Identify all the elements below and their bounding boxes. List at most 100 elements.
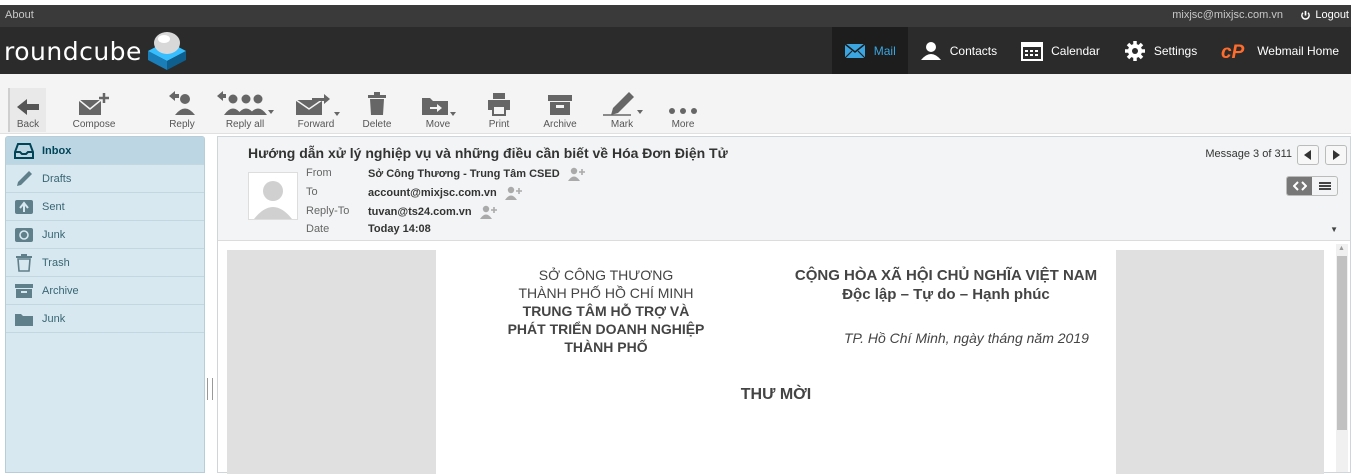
letter-sender-line-3: TRUNG TÂM HỖ TRỢ VÀ [522, 303, 690, 319]
message-scrollbar[interactable]: ▲ [1336, 244, 1348, 472]
chevron-left-icon [1304, 150, 1311, 160]
add-contact-icon[interactable] [479, 205, 498, 219]
folder-junk-label: Junk [42, 228, 66, 241]
printer-icon [488, 93, 510, 116]
calendar-icon [1021, 41, 1044, 61]
mark-label: Mark [610, 119, 634, 130]
prev-message-button[interactable] [1297, 145, 1319, 165]
contacts-icon [920, 41, 941, 60]
pencil-icon [17, 170, 32, 186]
move-folder-icon [422, 98, 456, 116]
inbox-icon [14, 142, 34, 159]
archive-icon [548, 95, 572, 115]
from-value: Sở Công Thương - Trung Tâm CSED [368, 167, 586, 181]
user-email: mixjsc@mixjsc.com.vn [1172, 9, 1283, 21]
task-settings[interactable]: Settings [1112, 27, 1209, 74]
folder-junk-2-label: Junk [42, 312, 66, 325]
mark-pen-icon [603, 92, 643, 116]
sender-avatar [248, 172, 298, 220]
next-message-button[interactable] [1325, 145, 1347, 165]
reply-label: Reply [169, 119, 195, 130]
junk-icon [15, 227, 33, 242]
header-view-toggle [1286, 176, 1338, 196]
forward-label: Forward [297, 119, 335, 130]
list-lines-icon [1318, 182, 1331, 190]
letter-sender-line-5: THÀNH PHỐ [564, 339, 648, 355]
letter-sender-line-1: SỞ CÔNG THƯƠNG [538, 267, 674, 283]
compose-button[interactable]: Compose [70, 88, 118, 132]
taskbar: Mail Contacts Calendar Settings cP Webma… [831, 27, 1351, 74]
envelope-icon [844, 42, 866, 58]
replyto-label: Reply-To [306, 205, 350, 217]
letter-sender-line-4: PHÁT TRIỂN DOANH NGHIỆP [507, 321, 705, 337]
folder-inbox-label: Inbox [42, 144, 72, 157]
summary-view-button[interactable] [1312, 177, 1337, 195]
from-label: From [306, 167, 332, 179]
replyto-value-text[interactable]: tuvan@ts24.com.vn [368, 206, 472, 218]
from-value-text[interactable]: Sở Công Thương - Trung Tâm CSED [368, 168, 560, 180]
archive-label: Archive [543, 119, 577, 130]
about-link[interactable]: About [5, 9, 34, 21]
toggle-headers-icon[interactable]: ▼ [1330, 225, 1338, 234]
logout-button[interactable]: Logout [1300, 9, 1349, 21]
code-brackets-icon [1292, 181, 1307, 191]
more-label: More [671, 119, 695, 130]
to-value-text[interactable]: account@mixjsc.com.vn [368, 187, 497, 199]
forward-button[interactable]: Forward [290, 88, 342, 132]
task-mail[interactable]: Mail [831, 27, 908, 74]
add-contact-icon[interactable] [567, 167, 586, 181]
back-button[interactable]: Back [8, 88, 46, 132]
reply-button[interactable]: Reply [162, 88, 202, 132]
folder-icon [15, 313, 33, 326]
app-header: roundcube Mail Contacts Calendar Setting… [0, 27, 1351, 74]
move-label: Move [425, 119, 451, 130]
folder-inbox[interactable]: Inbox [6, 137, 204, 165]
pane-splitter[interactable] [207, 378, 213, 400]
delete-button[interactable]: Delete [358, 88, 396, 132]
add-contact-icon[interactable] [504, 186, 523, 200]
folder-drafts-label: Drafts [42, 172, 72, 185]
message-body: SỞ CÔNG THƯƠNG THÀNH PHỐ HỒ CHÍ MINH TRU… [227, 250, 1324, 474]
chevron-right-icon [1333, 150, 1340, 160]
mark-button[interactable]: Mark [600, 88, 644, 132]
folder-sent[interactable]: Sent [6, 193, 204, 221]
sent-icon [15, 199, 33, 214]
message-subject: Hướng dẫn xử lý nghiệp vụ và những điều … [248, 145, 728, 161]
letter-document: SỞ CÔNG THƯƠNG THÀNH PHỐ HỒ CHÍ MINH TRU… [436, 250, 1116, 474]
to-value: account@mixjsc.com.vn [368, 186, 523, 200]
scrollbar-thumb[interactable] [1337, 256, 1347, 430]
archive-button[interactable]: Archive [540, 88, 580, 132]
folder-archive[interactable]: Archive [6, 277, 204, 305]
reply-all-button[interactable]: Reply all [214, 88, 276, 132]
back-label: Back [16, 119, 40, 130]
scroll-up-icon[interactable]: ▲ [1338, 245, 1345, 252]
task-contacts[interactable]: Contacts [908, 27, 1009, 74]
task-webmail-home[interactable]: cP Webmail Home [1209, 27, 1351, 74]
task-calendar[interactable]: Calendar [1009, 27, 1112, 74]
gear-icon [1124, 40, 1145, 61]
folder-trash-label: Trash [42, 256, 70, 269]
reply-icon [169, 91, 195, 115]
arrow-left-icon [17, 99, 39, 115]
replyto-value: tuvan@ts24.com.vn [368, 205, 498, 219]
folder-drafts[interactable]: Drafts [6, 165, 204, 193]
logout-label: Logout [1315, 9, 1349, 21]
folder-archive-label: Archive [42, 284, 79, 297]
roundcube-logo-icon [147, 32, 186, 70]
folder-junk[interactable]: Junk [6, 221, 204, 249]
compose-icon [78, 93, 109, 115]
more-dots-icon [669, 108, 697, 114]
move-button[interactable]: Move [418, 88, 458, 132]
more-button[interactable]: More [664, 88, 702, 132]
letter-motto-line-1: CỘNG HÒA XÃ HỘI CHỦ NGHĨA VIỆT NAM [794, 267, 1098, 284]
folder-trash[interactable]: Trash [6, 249, 204, 277]
print-label: Print [488, 119, 510, 130]
roundcube-logo[interactable]: roundcube [4, 30, 190, 72]
source-view-button[interactable] [1287, 177, 1312, 195]
toolbar: Back Compose Reply Reply all Forward Del… [0, 74, 1351, 134]
folder-junk-2[interactable]: Junk [6, 305, 204, 333]
reply-all-label: Reply all [225, 119, 265, 130]
top-line: About mixjsc@mixjsc.com.vn Logout [0, 5, 1351, 27]
print-button[interactable]: Print [480, 88, 518, 132]
task-webmail-home-label: Webmail Home [1257, 43, 1339, 58]
